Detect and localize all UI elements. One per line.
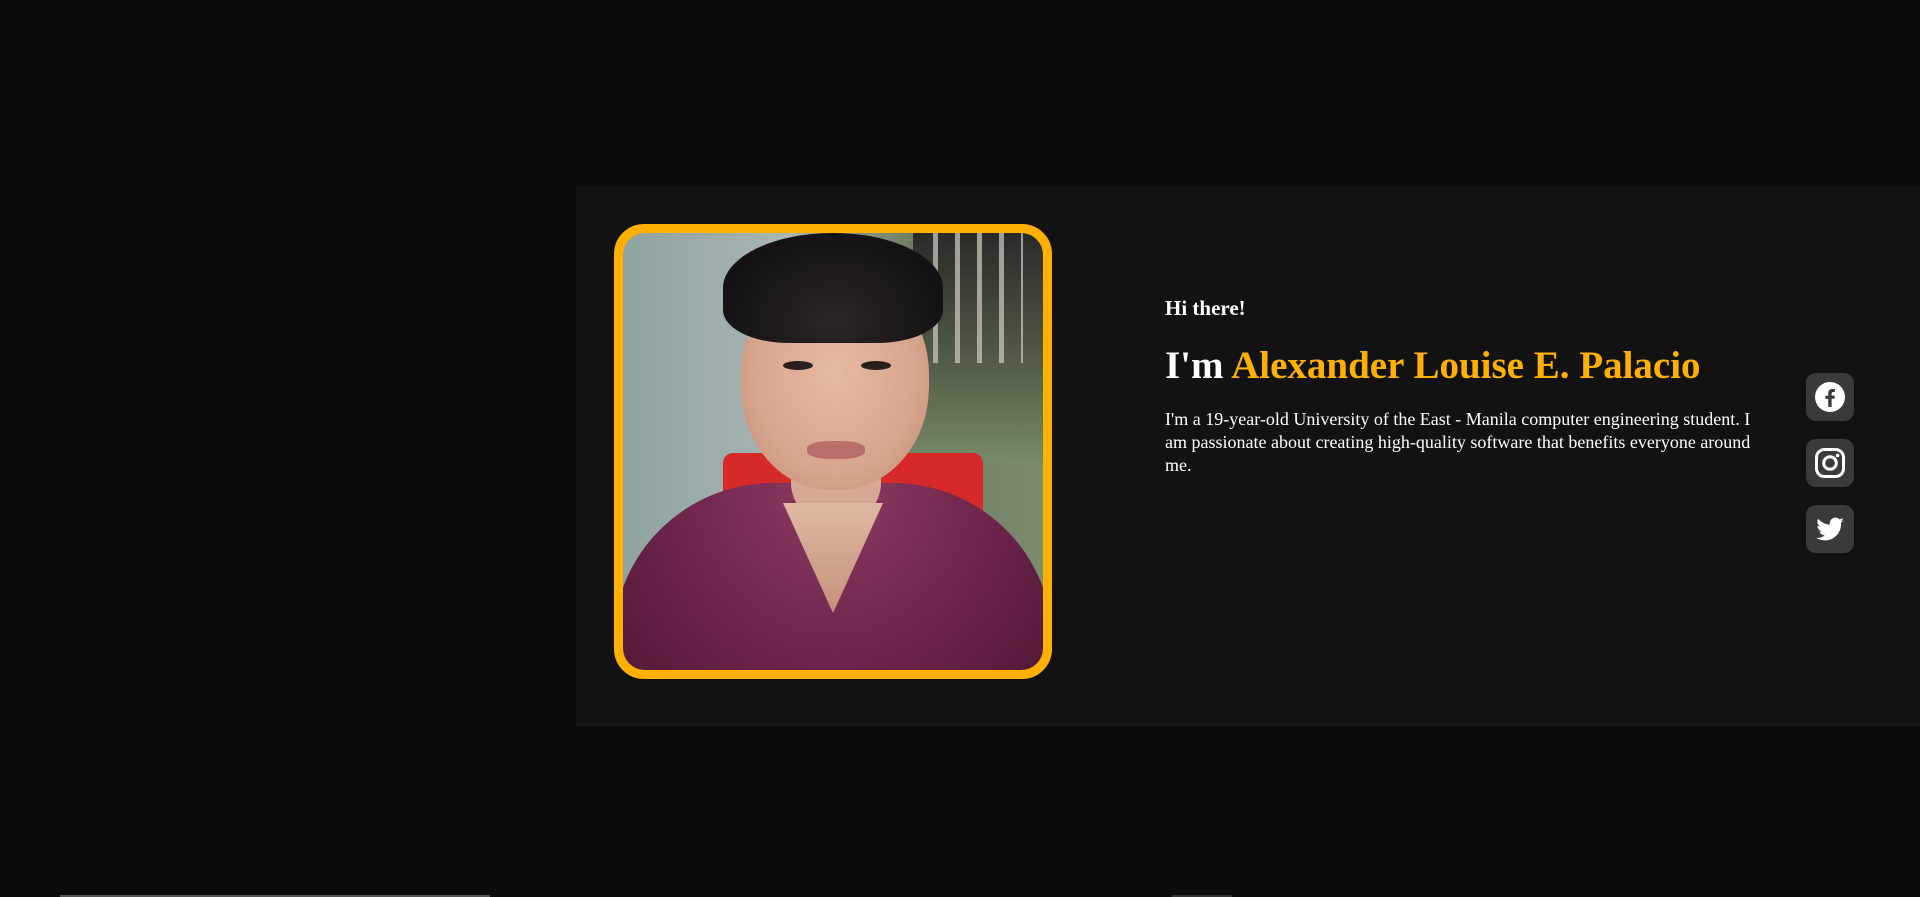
social-links (1806, 373, 1856, 571)
hero-section: Hi there! I'm Alexander Louise E. Palaci… (576, 186, 1920, 727)
profile-photo (623, 233, 1043, 670)
page: Hi there! I'm Alexander Louise E. Palaci… (0, 0, 1920, 897)
profile-photo-frame (614, 224, 1052, 679)
headline-prefix: I'm (1165, 344, 1232, 387)
facebook-link[interactable] (1806, 373, 1854, 421)
headline: I'm Alexander Louise E. Palacio (1165, 344, 1765, 388)
greeting-text: Hi there! (1165, 296, 1246, 320)
instagram-icon (1815, 448, 1845, 478)
facebook-icon (1815, 382, 1845, 412)
instagram-link[interactable] (1806, 439, 1854, 487)
twitter-link[interactable] (1806, 505, 1854, 553)
intro-block: Hi there! I'm Alexander Louise E. Palaci… (1165, 296, 1765, 477)
author-name: Alexander Louise E. Palacio (1231, 344, 1701, 387)
bio-text: I'm a 19-year-old University of the East… (1165, 408, 1751, 475)
twitter-icon (1816, 517, 1844, 541)
